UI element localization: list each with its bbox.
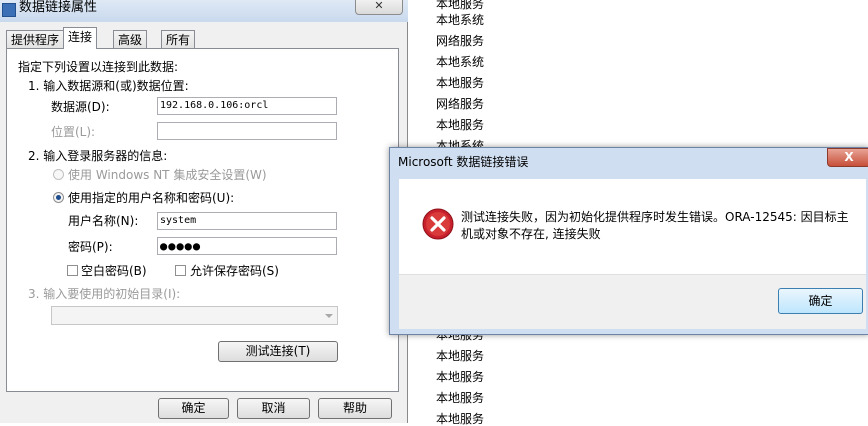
error-dialog-body: 测试连接失败，因为初始化提供程序时发生错误。ORA-12545: 因目标主机或对…: [399, 179, 866, 274]
tab-all[interactable]: 所有: [161, 30, 196, 48]
specific-user-label: 使用指定的用户名称和密码(U):: [68, 191, 235, 205]
list-item[interactable]: 本地服务: [436, 76, 484, 90]
tab-provider[interactable]: 提供程序: [6, 30, 65, 48]
blank-password-label: 空白密码(B): [81, 264, 147, 278]
close-button[interactable]: X: [827, 148, 868, 167]
username-label: 用户名称(N):: [68, 214, 139, 228]
step1-label: 1. 输入数据源和(或)数据位置:: [28, 79, 189, 93]
location-label: 位置(L):: [51, 125, 96, 139]
error-dialog-footer: 确定: [399, 274, 866, 329]
error-dialog-title: Microsoft 数据链接错误: [398, 155, 529, 169]
list-item[interactable]: 本地系统: [436, 55, 484, 69]
close-button[interactable]: ✕: [355, 0, 403, 15]
windows-auth-radio[interactable]: [53, 169, 64, 180]
list-item[interactable]: 本地服务: [436, 118, 484, 132]
error-dialog: Microsoft 数据链接错误 X 测试连接失败，因为初始化提供程序时发生错误…: [389, 147, 868, 335]
blank-password-checkbox[interactable]: [67, 265, 78, 276]
list-item[interactable]: 网络服务: [436, 34, 484, 48]
list-item[interactable]: 本地服务: [436, 370, 484, 384]
datasource-label: 数据源(D):: [51, 100, 110, 114]
list-item[interactable]: 本地服务: [436, 412, 484, 426]
list-item[interactable]: 本地服务: [436, 0, 484, 11]
help-button[interactable]: 帮助: [318, 398, 392, 419]
tab-connection[interactable]: 连接: [63, 27, 98, 49]
error-message: 测试连接失败，因为初始化提供程序时发生错误。ORA-12545: 因目标主机或对…: [461, 210, 849, 241]
intro-text: 指定下列设置以连接到此数据:: [18, 60, 179, 74]
password-input[interactable]: ●●●●●: [157, 237, 337, 255]
windows-auth-label: 使用 Windows NT 集成安全设置(W): [68, 168, 267, 182]
connection-tab-panel: 指定下列设置以连接到此数据: 1. 输入数据源和(或)数据位置: 数据源(D):…: [6, 48, 399, 392]
test-connection-button[interactable]: 测试连接(T): [218, 341, 338, 362]
title-bar[interactable]: 数据链接属性 ✕: [0, 0, 408, 22]
data-link-properties-dialog: 数据链接属性 ✕ 提供程序 连接 高级 所有 指定下列设置以连接到此数据: 1.…: [0, 0, 408, 423]
username-input[interactable]: system: [157, 212, 337, 230]
list-item[interactable]: 网络服务: [436, 97, 484, 111]
error-icon: [422, 208, 454, 240]
save-password-label: 允许保存密码(S): [190, 264, 279, 278]
specific-user-radio[interactable]: [53, 192, 64, 203]
tab-advanced[interactable]: 高级: [113, 30, 148, 48]
dialog-title: 数据链接属性: [19, 0, 98, 15]
list-item[interactable]: 本地系统: [436, 13, 484, 27]
initial-catalog-select[interactable]: [51, 306, 338, 325]
datasource-input[interactable]: 192.168.0.106:orcl: [157, 97, 337, 115]
password-label: 密码(P):: [68, 240, 113, 254]
location-input[interactable]: [157, 122, 337, 140]
list-item[interactable]: 本地服务: [436, 349, 484, 363]
database-icon: [2, 3, 16, 17]
step3-label: 3. 输入要使用的初始目录(I):: [28, 287, 181, 301]
list-item[interactable]: 本地服务: [436, 391, 484, 405]
chevron-down-icon: [325, 314, 333, 318]
step2-label: 2. 输入登录服务器的信息:: [28, 149, 168, 163]
save-password-checkbox[interactable]: [175, 265, 186, 276]
cancel-button[interactable]: 取消: [237, 398, 310, 419]
ok-button[interactable]: 确定: [778, 288, 863, 314]
ok-button[interactable]: 确定: [158, 398, 229, 419]
